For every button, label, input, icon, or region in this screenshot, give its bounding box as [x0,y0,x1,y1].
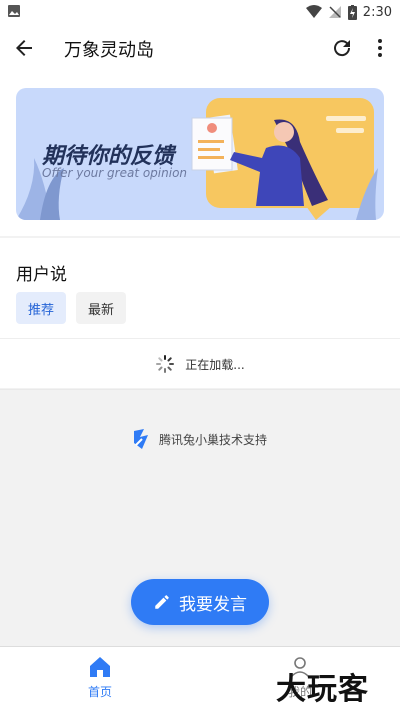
spinner-icon [156,355,175,373]
nav-home[interactable]: 首页 [72,655,128,705]
loading-text: 正在加载... [185,357,245,372]
status-time: 2:30 [362,4,392,20]
nav-home-label: 首页 [87,685,112,699]
tab-latest[interactable]: 最新 [76,292,127,324]
post-button[interactable]: 我要发言 [131,579,269,625]
signal-icon [328,6,341,18]
refresh-icon[interactable] [330,36,354,60]
banner-section: 期待你的反馈 Offer your great opinion [0,72,400,236]
wifi-icon [305,5,322,18]
watermark: 大玩客 [276,672,369,707]
back-arrow-icon[interactable] [12,36,36,60]
section-heading: 用户说 [16,265,67,285]
app-bar: 万象灵动岛 [0,24,400,72]
banner-subtitle: Offer your great opinion [42,166,188,180]
feedback-banner[interactable]: 期待你的反馈 Offer your great opinion [16,88,384,220]
battery-icon [347,4,357,20]
user-feedback-section: 用户说 推荐 最新 正在加载... [0,238,400,390]
page-title: 万象灵动岛 [64,40,154,61]
pencil-icon [155,595,169,609]
txc-logo-icon [133,429,148,449]
home-icon [90,657,110,677]
more-vert-icon[interactable] [368,36,392,60]
tab-recommended[interactable]: 推荐 [16,292,67,324]
status-icons: 2:30 [305,2,392,22]
status-bar: 2:30 [0,0,400,24]
post-button-label: 我要发言 [179,594,247,615]
loading-indicator: 正在加载... [0,338,400,390]
feed-tabs: 推荐 最新 [16,292,127,324]
support-text: 腾讯兔小巢技术支持 [158,432,267,447]
gallery-icon [8,5,20,17]
tech-support[interactable]: 腾讯兔小巢技术支持 [0,428,400,450]
